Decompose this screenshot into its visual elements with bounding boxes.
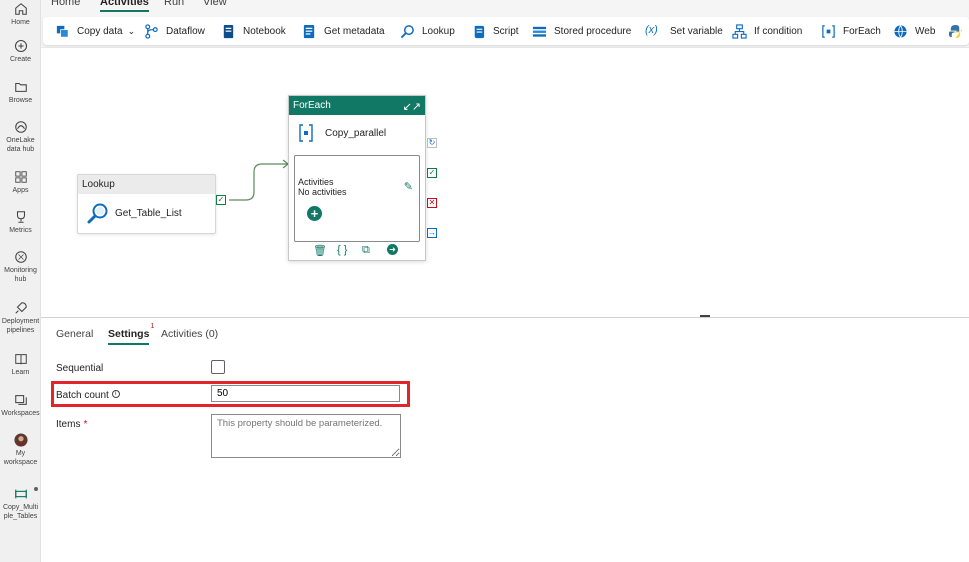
if-condition-icon	[732, 23, 747, 39]
book-icon	[14, 352, 28, 366]
left-rail: Home Create Browse OneLake data hub Apps…	[0, 0, 41, 562]
edit-pencil-icon[interactable]: ✎	[404, 180, 413, 193]
lookup-search-icon	[400, 24, 415, 39]
rail-copy-multi-tables[interactable]: Copy_Multi ple_Tables	[0, 487, 41, 521]
avatar-icon	[13, 433, 28, 447]
workspaces-icon	[14, 393, 28, 407]
collapse-icon[interactable]: ↙↗	[403, 98, 421, 117]
python-icon	[948, 24, 963, 39]
menu-activities[interactable]: Activities	[100, 0, 149, 12]
web-button[interactable]: Web	[893, 23, 935, 39]
get-metadata-icon	[302, 24, 317, 39]
foreach-card-header: ForEach ↙↗	[289, 96, 425, 115]
lookup-search-icon	[87, 203, 108, 224]
success-output-icon[interactable]: ✓	[216, 195, 226, 205]
copy-data-button[interactable]: Copy data ⌄	[55, 23, 135, 39]
activities-toolbar: Copy data ⌄ Dataflow Notebook Get metadat…	[41, 12, 969, 48]
foreach-button[interactable]: ForEach	[821, 23, 881, 39]
tab-settings[interactable]: Settings 1	[108, 323, 154, 345]
monitoring-icon	[14, 250, 28, 264]
tab-activities[interactable]: Activities (0)	[161, 328, 218, 340]
add-activity-icon[interactable]: +	[307, 206, 322, 221]
stored-procedure-button[interactable]: Stored procedure	[532, 23, 631, 39]
notebook-button[interactable]: Notebook	[221, 23, 286, 39]
create-plus-icon	[14, 39, 28, 53]
copy-icon[interactable]: ⧉	[362, 244, 370, 257]
copy-data-icon	[55, 24, 70, 39]
items-textarea[interactable]	[211, 414, 401, 458]
foreach-activity-name: Copy_parallel	[325, 127, 387, 139]
menu-home[interactable]: Home	[51, 0, 80, 8]
variable-x-icon: (x)	[645, 23, 658, 36]
if-condition-button[interactable]: If condition	[732, 23, 802, 39]
rail-learn[interactable]: Learn	[0, 352, 41, 377]
on-success-output-icon[interactable]: ✓	[427, 168, 437, 178]
notebook-icon	[221, 24, 236, 39]
home-icon	[14, 2, 28, 16]
properties-panel: General Settings 1 Activities (0) Sequent…	[41, 318, 969, 562]
rail-workspaces[interactable]: Workspaces	[0, 393, 41, 418]
apps-grid-icon	[14, 170, 28, 184]
tab-general[interactable]: General	[56, 328, 93, 340]
chevron-down-icon: ⌄	[127, 25, 136, 36]
trophy-icon	[14, 210, 28, 224]
unsaved-dot	[34, 487, 38, 491]
inner-activities-label: Activities No activities	[298, 177, 347, 197]
lookup-card-body: Get_Table_List	[87, 202, 182, 224]
rail-apps[interactable]: Apps	[0, 170, 41, 195]
menu-view[interactable]: View	[203, 0, 227, 8]
lookup-activity-card[interactable]: Lookup Get_Table_List	[77, 174, 216, 234]
go-arrow-icon[interactable]: ➜	[387, 244, 398, 255]
foreach-title: Copy_parallel	[299, 124, 386, 142]
lookup-activity-name: Get_Table_List	[115, 207, 182, 219]
folder-icon	[14, 80, 28, 94]
more-activity-button[interactable]	[948, 23, 969, 39]
foreach-inner-activities[interactable]: Activities No activities ✎ +	[294, 155, 420, 242]
code-braces-icon[interactable]: { }	[337, 244, 347, 256]
globe-icon	[893, 24, 908, 39]
script-icon	[471, 24, 486, 39]
lookup-button[interactable]: Lookup	[400, 23, 455, 39]
rail-onelake[interactable]: OneLake data hub	[0, 120, 41, 154]
info-icon[interactable]: i	[111, 390, 120, 398]
foreach-icon	[821, 24, 836, 39]
stored-procedure-icon	[532, 24, 547, 39]
pipeline-canvas[interactable]: Lookup Get_Table_List ✓ ForEach ↙↗ Copy_…	[41, 48, 969, 318]
menu-run[interactable]: Run	[164, 0, 184, 8]
script-button[interactable]: Script	[471, 23, 519, 39]
rail-browse[interactable]: Browse	[0, 80, 41, 105]
pipeline-icon	[14, 487, 28, 501]
dataflow-icon	[144, 23, 159, 39]
ribbon-menu: Home Activities Run View	[41, 0, 969, 12]
batch-count-label: Batch count i	[56, 390, 120, 401]
rail-home[interactable]: Home	[0, 2, 41, 27]
splitter-handle-icon[interactable]	[700, 315, 710, 317]
validation-badge: 1	[150, 323, 155, 330]
set-variable-button[interactable]: (x) Set variable	[645, 23, 723, 39]
rail-monitoring[interactable]: Monitoring hub	[0, 250, 41, 284]
rail-create[interactable]: Create	[0, 39, 41, 64]
toolbar-strip: Copy data ⌄ Dataflow Notebook Get metadat…	[43, 17, 969, 45]
rail-deployment[interactable]: Deployment pipelines	[0, 301, 41, 335]
items-label: Items *	[56, 419, 88, 430]
delete-icon[interactable]: 🗑	[313, 244, 327, 257]
sequential-checkbox[interactable]	[211, 360, 225, 374]
on-failure-output-icon[interactable]: ✕	[427, 198, 437, 208]
foreach-activity-card[interactable]: ForEach ↙↗ Copy_parallel Activities No a…	[288, 95, 426, 261]
batch-count-input[interactable]	[211, 385, 400, 402]
on-completion-output-icon[interactable]: →	[427, 228, 437, 238]
success-connector	[229, 163, 288, 201]
on-skip-output-icon[interactable]: ↻	[427, 138, 437, 148]
foreach-icon	[299, 124, 313, 142]
sequential-label: Sequential	[56, 363, 104, 374]
dataflow-button[interactable]: Dataflow	[144, 23, 205, 39]
rail-metrics[interactable]: Metrics	[0, 210, 41, 235]
rocket-icon	[14, 301, 28, 315]
required-asterisk: *	[83, 419, 88, 430]
lookup-card-header: Lookup	[78, 175, 215, 194]
foreach-card-actions: 🗑 { } ⧉ ➜	[289, 244, 425, 258]
rail-my-workspace[interactable]: My workspace	[0, 433, 41, 467]
onelake-icon	[14, 120, 28, 134]
get-metadata-button[interactable]: Get metadata	[302, 23, 385, 39]
